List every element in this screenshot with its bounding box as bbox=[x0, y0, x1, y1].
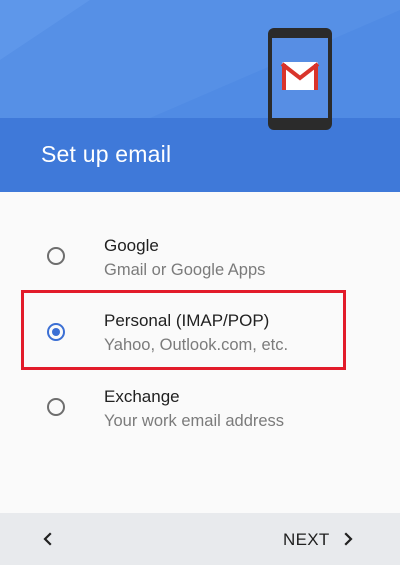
gmail-icon bbox=[280, 62, 320, 90]
next-button-label: NEXT bbox=[283, 530, 330, 549]
footer-nav-bar: NEXT bbox=[0, 513, 400, 565]
back-button[interactable] bbox=[30, 521, 66, 557]
phone-gmail-illustration bbox=[268, 28, 332, 130]
header-banner: Set up email bbox=[0, 0, 400, 192]
radio-exchange[interactable] bbox=[47, 398, 65, 416]
option-subtitle: Gmail or Google Apps bbox=[104, 261, 266, 279]
option-subtitle: Your work email address bbox=[104, 412, 285, 430]
radio-google[interactable] bbox=[47, 247, 65, 265]
header-diagonal-shade bbox=[0, 0, 400, 118]
option-title: Exchange bbox=[104, 387, 180, 406]
option-exchange[interactable]: Exchange Your work email address bbox=[0, 370, 400, 442]
chevron-left-icon bbox=[43, 532, 52, 546]
next-button[interactable]: NEXT bbox=[272, 521, 372, 557]
option-google[interactable]: Google Gmail or Google Apps bbox=[0, 220, 400, 292]
selection-highlight-box bbox=[21, 290, 346, 370]
page-title: Set up email bbox=[41, 141, 172, 167]
chevron-right-icon bbox=[344, 532, 353, 546]
option-title: Google bbox=[104, 236, 159, 255]
